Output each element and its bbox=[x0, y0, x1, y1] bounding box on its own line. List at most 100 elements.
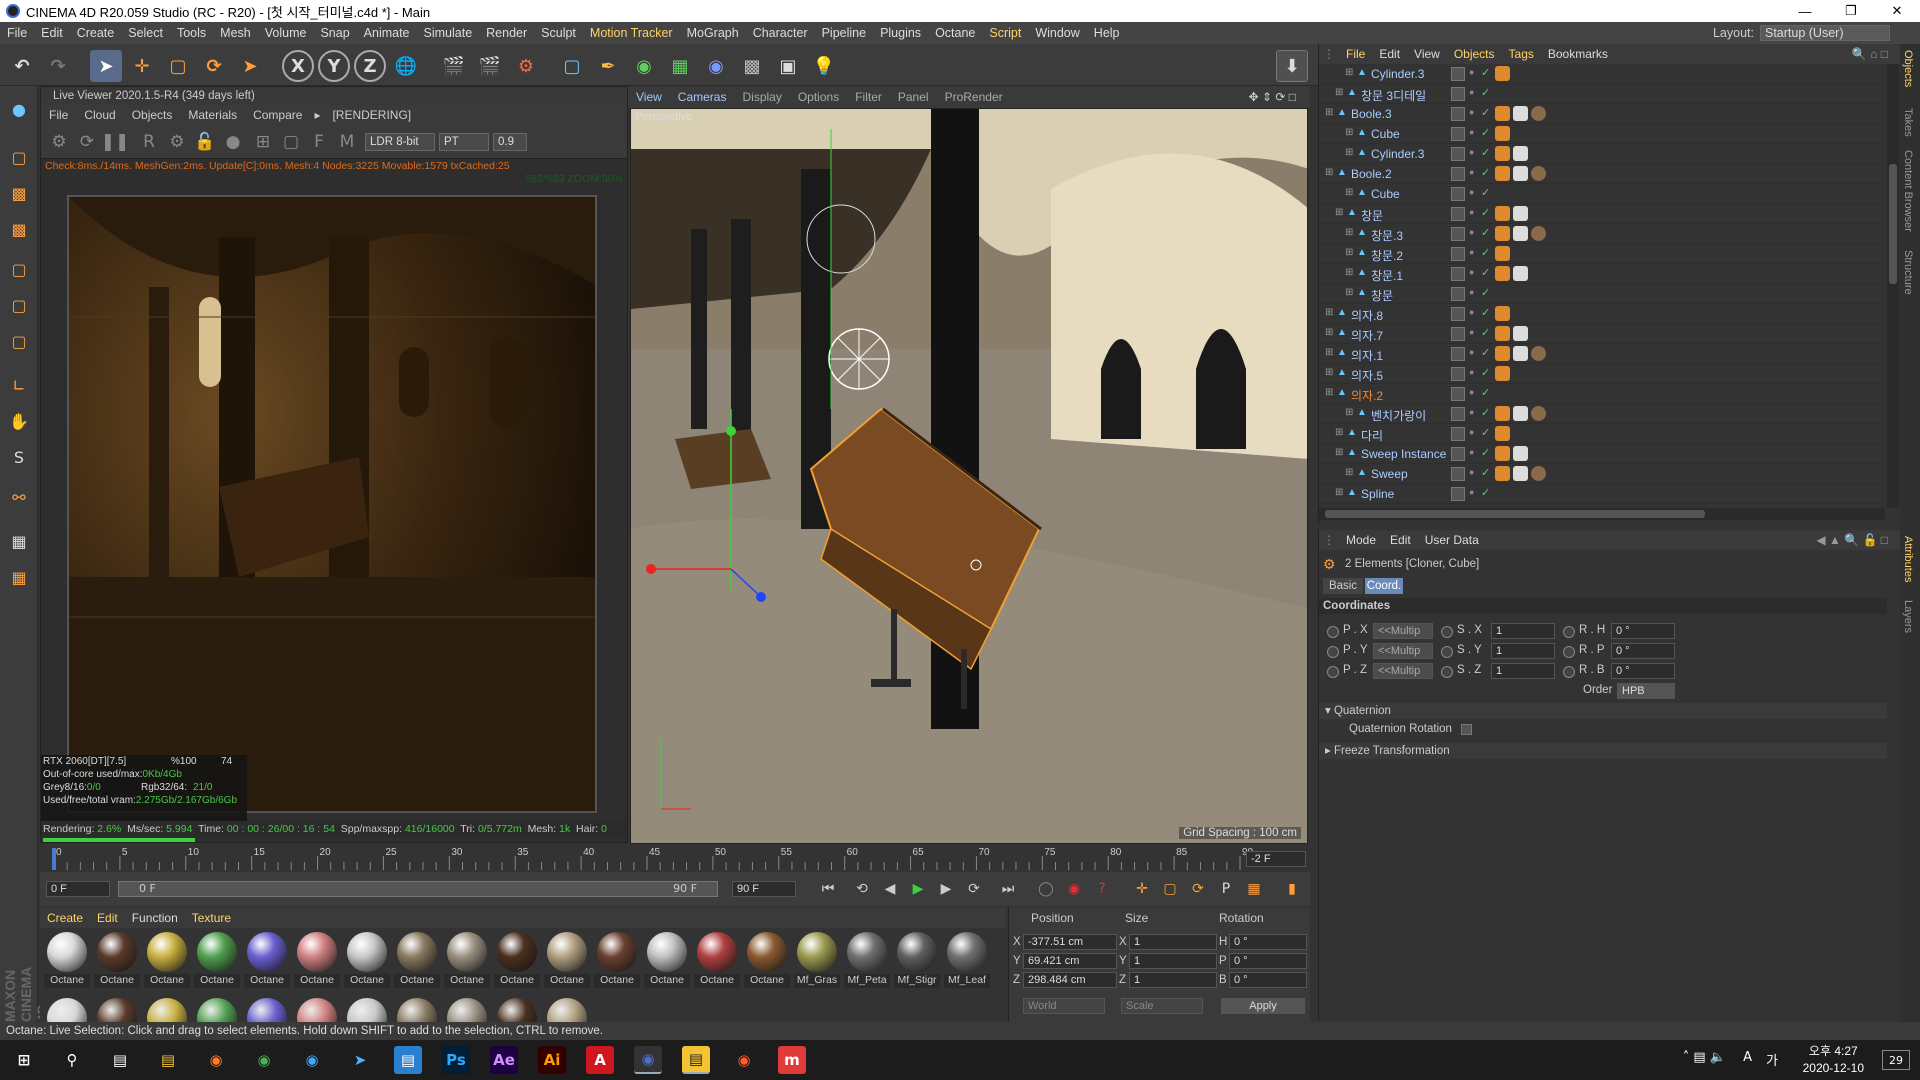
vp-menu-options[interactable]: Options bbox=[790, 90, 847, 104]
om-menu-edit[interactable]: Edit bbox=[1372, 47, 1407, 61]
menu-tools[interactable]: Tools bbox=[170, 26, 213, 40]
windows-start-icon[interactable]: ⊞ bbox=[10, 1046, 38, 1074]
object-tag-icon[interactable] bbox=[1513, 106, 1528, 121]
enable-check-icon[interactable]: ✓ bbox=[1481, 246, 1490, 259]
rotation-p-field[interactable]: 0 ° bbox=[1229, 953, 1307, 969]
enable-check-icon[interactable]: ✓ bbox=[1481, 486, 1490, 499]
y-axis-lock-button[interactable]: Y bbox=[318, 50, 350, 82]
expand-toggle-icon[interactable]: ⊞ bbox=[1335, 427, 1343, 438]
object-tag-icon[interactable] bbox=[1495, 126, 1510, 141]
layer-toggle-icon[interactable] bbox=[1451, 227, 1465, 241]
light-icon[interactable]: 💡 bbox=[808, 50, 840, 82]
material-swatch[interactable]: Octane bbox=[94, 932, 140, 990]
material-preview-icon[interactable] bbox=[497, 998, 537, 1024]
octane-taskbar-icon[interactable]: ◉ bbox=[730, 1046, 758, 1074]
expand-toggle-icon[interactable]: ⊞ bbox=[1325, 307, 1333, 318]
visibility-dots-icon[interactable]: ● bbox=[1469, 127, 1474, 137]
px-keyframe-toggle[interactable] bbox=[1327, 626, 1339, 638]
expand-toggle-icon[interactable]: ⊞ bbox=[1325, 327, 1333, 338]
keyframe-selection-icon[interactable]: ? bbox=[1090, 878, 1114, 900]
axis-mode-icon[interactable]: ∟ bbox=[4, 370, 34, 400]
lv-menu-file[interactable]: File bbox=[41, 108, 76, 122]
expand-toggle-icon[interactable]: ⊞ bbox=[1335, 207, 1343, 218]
vp-menu-cameras[interactable]: Cameras bbox=[670, 90, 735, 104]
system-tray-icons[interactable]: ˄ ▤ 🔈 bbox=[1683, 1050, 1726, 1065]
material-swatch[interactable]: Octane bbox=[694, 932, 740, 990]
sz-keyframe-toggle[interactable] bbox=[1441, 666, 1453, 678]
object-tag-icon[interactable] bbox=[1513, 266, 1528, 281]
material-swatch[interactable]: Octane bbox=[294, 932, 340, 990]
object-tag-icon[interactable] bbox=[1495, 66, 1510, 81]
expand-toggle-icon[interactable]: ⊞ bbox=[1345, 287, 1353, 298]
grid-icon[interactable]: ▦ bbox=[4, 526, 34, 556]
am-menu-edit[interactable]: Edit bbox=[1383, 533, 1418, 547]
edges-mode-icon[interactable]: ▢ bbox=[4, 290, 34, 320]
enable-check-icon[interactable]: ✓ bbox=[1481, 306, 1490, 319]
expand-toggle-icon[interactable]: ⊞ bbox=[1335, 87, 1343, 98]
taskbar-clock[interactable]: 오후 4:27 2020-12-10 bbox=[1803, 1043, 1864, 1077]
enable-check-icon[interactable]: ✓ bbox=[1481, 386, 1490, 399]
object-tag-icon[interactable] bbox=[1495, 426, 1510, 441]
rp-field[interactable]: 0 ° bbox=[1611, 643, 1675, 659]
cube-object-icon[interactable]: ▢ bbox=[556, 50, 588, 82]
layer-toggle-icon[interactable] bbox=[1451, 327, 1465, 341]
restore-icon[interactable]: ❐ bbox=[1828, 0, 1874, 22]
menu-file[interactable]: File bbox=[0, 26, 34, 40]
menu-plugins[interactable]: Plugins bbox=[873, 26, 928, 40]
visibility-dots-icon[interactable]: ● bbox=[1469, 467, 1474, 477]
rp-keyframe-toggle[interactable] bbox=[1563, 646, 1575, 658]
enable-check-icon[interactable]: ✓ bbox=[1481, 286, 1490, 299]
layer-toggle-icon[interactable] bbox=[1451, 447, 1465, 461]
tab-objects-vertical[interactable]: Objects bbox=[1902, 50, 1914, 87]
om-vertical-scrollbar[interactable] bbox=[1887, 64, 1899, 508]
enable-check-icon[interactable]: ✓ bbox=[1481, 426, 1490, 439]
notification-center-badge[interactable]: 29 bbox=[1882, 1050, 1910, 1070]
menu-pipeline[interactable]: Pipeline bbox=[815, 26, 873, 40]
object-tag-icon[interactable] bbox=[1495, 106, 1510, 121]
material-preview-icon[interactable] bbox=[447, 998, 487, 1024]
material-preview-icon[interactable] bbox=[147, 998, 187, 1024]
object-tag-icon[interactable] bbox=[1531, 406, 1546, 421]
visibility-dots-icon[interactable]: ● bbox=[1469, 107, 1474, 117]
object-row[interactable]: ⊞ ▲ 다리 ● ✓ bbox=[1319, 424, 1882, 444]
expand-toggle-icon[interactable]: ⊞ bbox=[1345, 407, 1353, 418]
key-scale-icon[interactable]: ▢ bbox=[1158, 878, 1182, 900]
om-menu-bookmarks[interactable]: Bookmarks bbox=[1541, 47, 1615, 61]
om-menu-objects[interactable]: Objects bbox=[1447, 47, 1502, 61]
lv-menu-cloud[interactable]: Cloud bbox=[76, 108, 123, 122]
material-picker-icon[interactable]: M bbox=[335, 130, 359, 154]
layer-toggle-icon[interactable] bbox=[1451, 407, 1465, 421]
material-swatch[interactable]: Octane bbox=[744, 932, 790, 990]
visibility-dots-icon[interactable]: ● bbox=[1469, 307, 1474, 317]
material-preview-icon[interactable] bbox=[97, 998, 137, 1024]
menu-motion-tracker[interactable]: Motion Tracker bbox=[583, 26, 680, 40]
cloner-icon[interactable]: ▦ bbox=[664, 50, 696, 82]
object-row[interactable]: ⊞ ▲ Sweep Instance ● ✓ bbox=[1319, 444, 1882, 464]
region-render-icon[interactable]: R bbox=[137, 130, 161, 154]
go-to-start-icon[interactable]: ⏮ bbox=[816, 878, 840, 900]
menu-mesh[interactable]: Mesh bbox=[213, 26, 258, 40]
expand-toggle-icon[interactable]: ⊞ bbox=[1345, 227, 1353, 238]
object-tag-icon[interactable] bbox=[1495, 406, 1510, 421]
pz-field[interactable]: <<Multip bbox=[1373, 663, 1433, 679]
sy-keyframe-toggle[interactable] bbox=[1441, 646, 1453, 658]
loop-back-icon[interactable]: ⟲ bbox=[850, 878, 874, 900]
expand-toggle-icon[interactable]: ⊞ bbox=[1345, 147, 1353, 158]
undo-icon[interactable]: ↶ bbox=[6, 50, 38, 82]
after-effects-icon[interactable]: Ae bbox=[490, 1046, 518, 1074]
material-preview-icon[interactable] bbox=[297, 998, 337, 1024]
object-row[interactable]: ⊞ ▲ 의자.2 ● ✓ bbox=[1319, 384, 1882, 404]
enable-check-icon[interactable]: ✓ bbox=[1481, 126, 1490, 139]
material-preview-icon[interactable] bbox=[347, 998, 387, 1024]
menu-volume[interactable]: Volume bbox=[258, 26, 314, 40]
minimize-icon[interactable]: — bbox=[1782, 0, 1828, 22]
pen-spline-icon[interactable]: ✒ bbox=[592, 50, 624, 82]
layer-toggle-icon[interactable] bbox=[1451, 347, 1465, 361]
menu-create[interactable]: Create bbox=[70, 26, 122, 40]
object-row[interactable]: ⊞ ▲ 벤치가랑이 ● ✓ bbox=[1319, 404, 1882, 424]
layer-toggle-icon[interactable] bbox=[1451, 467, 1465, 481]
key-position-icon[interactable]: ✛ bbox=[1130, 878, 1154, 900]
enable-check-icon[interactable]: ✓ bbox=[1481, 206, 1490, 219]
material-preview-icon[interactable] bbox=[547, 998, 587, 1024]
am-menu-mode[interactable]: Mode bbox=[1339, 533, 1383, 547]
